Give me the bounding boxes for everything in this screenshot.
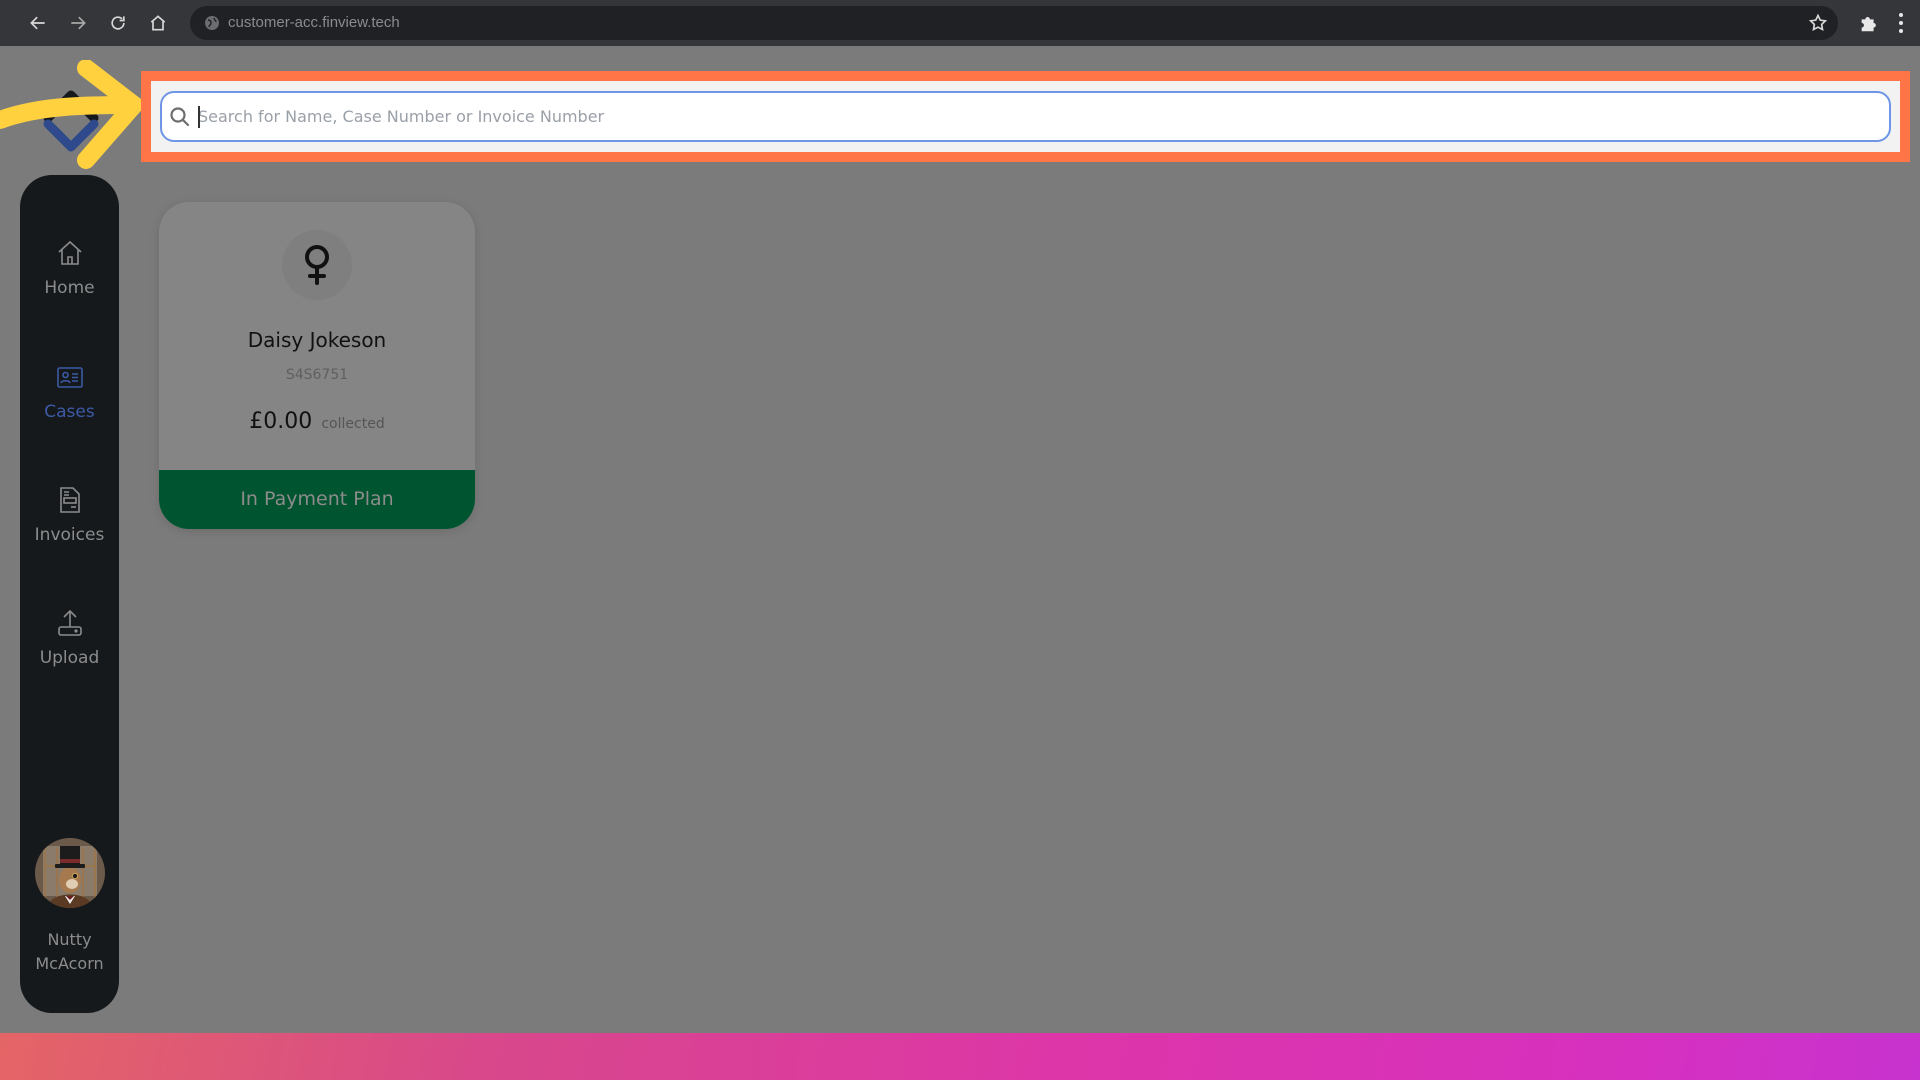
site-info-globe-icon[interactable]: [204, 15, 220, 31]
case-card[interactable]: Daisy Jokeson S4S6751 £0.00 collected In…: [159, 202, 475, 529]
home-icon[interactable]: [146, 11, 170, 35]
case-avatar: [282, 230, 352, 300]
sidebar-item-home[interactable]: Home: [20, 238, 119, 298]
search-container: [151, 81, 1900, 152]
case-collected-label: collected: [321, 416, 385, 432]
female-symbol-icon: [305, 245, 329, 285]
invoice-document-icon: [59, 487, 80, 513]
extensions-puzzle-icon[interactable]: [1858, 12, 1880, 34]
upload-tray-icon: [57, 609, 82, 636]
address-bar[interactable]: customer-acc.finview.tech: [190, 6, 1838, 40]
profile-name-last: McAcorn: [35, 954, 104, 973]
url-text[interactable]: customer-acc.finview.tech: [228, 14, 400, 31]
annotation-arrow-icon: [0, 60, 143, 169]
search-input[interactable]: [198, 99, 1879, 133]
sidebar-item-cases[interactable]: Cases: [20, 362, 119, 422]
case-collected-row: £0.00 collected: [159, 409, 475, 434]
id-card-icon: [56, 367, 83, 388]
back-arrow-icon[interactable]: [26, 11, 50, 35]
case-number: S4S6751: [285, 367, 349, 383]
user-profile[interactable]: Nutty McAcorn: [20, 838, 119, 976]
reload-icon[interactable]: [106, 11, 130, 35]
sidebar-item-label: Cases: [44, 402, 95, 422]
more-menu-kebab-icon[interactable]: [1896, 12, 1906, 34]
bottom-gradient-bar: [0, 1033, 1920, 1080]
case-collected-amount: £0.00: [249, 409, 313, 434]
forward-arrow-icon[interactable]: [66, 11, 90, 35]
case-status-badge: In Payment Plan: [159, 470, 475, 529]
search-box[interactable]: [160, 91, 1891, 142]
case-customer-name: Daisy Jokeson: [247, 328, 387, 352]
sidebar-item-label: Home: [44, 278, 95, 298]
sidebar-item-upload[interactable]: Upload: [20, 608, 119, 668]
home-icon: [57, 240, 82, 265]
search-highlight: [141, 71, 1910, 162]
profile-name-first: Nutty: [47, 930, 92, 949]
search-icon: [170, 107, 190, 127]
sidebar-item-label: Upload: [39, 648, 100, 668]
sidebar-item-label: Invoices: [34, 525, 105, 545]
sidebar: Home Cases Invoices Upload Nutty McAcorn: [20, 175, 119, 1013]
avatar[interactable]: [34, 838, 105, 908]
bookmark-star-icon[interactable]: [1808, 13, 1828, 33]
text-caret: [198, 106, 200, 128]
browser-toolbar: customer-acc.finview.tech: [0, 0, 1920, 46]
sidebar-item-invoices[interactable]: Invoices: [20, 485, 119, 545]
